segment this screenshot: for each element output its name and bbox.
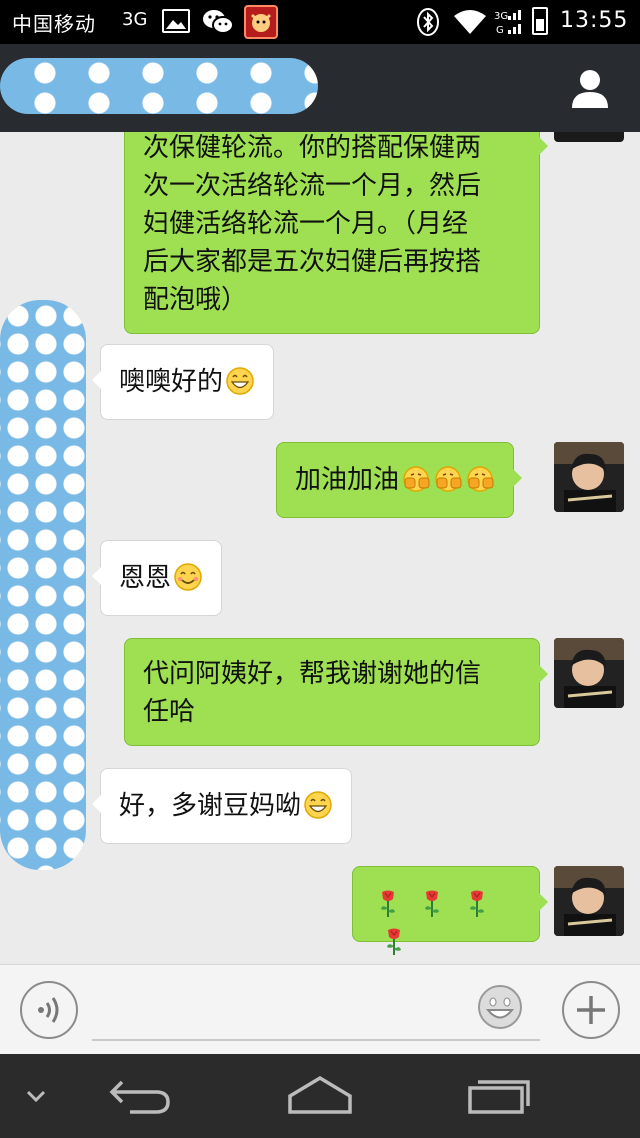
rose-emoji [381, 890, 395, 917]
message-line: 后大家都是五次妇健后再按搭 [143, 247, 482, 277]
fist-emoji [467, 466, 494, 492]
grin-emoji [304, 791, 332, 819]
voice-icon [38, 997, 59, 1023]
recents-icon[interactable] [466, 1076, 532, 1116]
system-navigation-bar [0, 1054, 640, 1138]
status-bar: 中国移动 3G 3G G 13:55 [0, 0, 640, 44]
avatar-self[interactable] [554, 132, 624, 142]
message-line: 妇健活络轮流一个月。（月经 [143, 209, 469, 239]
emoji-icon [478, 985, 522, 1029]
smile-emoji [174, 563, 202, 591]
chat-messages[interactable]: 次保健轮流。你的搭配保健两 次一次活络轮流一个月，然后 妇健活络轮流一个月。（月… [0, 132, 640, 964]
rose-emoji [387, 928, 401, 955]
message-bubble-incoming[interactable]: 恩恩 [91, 540, 223, 616]
message-bubble-outgoing[interactable]: 次保健轮流。你的搭配保健两 次一次活络轮流一个月，然后 妇健活络轮流一个月。（月… [124, 132, 548, 334]
svg-text:3G: 3G [494, 11, 508, 22]
message-bubble-outgoing[interactable]: 加油加油 [276, 442, 523, 518]
avatar-self[interactable] [554, 866, 624, 936]
rose-emoji [469, 890, 484, 917]
message-input[interactable] [92, 975, 540, 1041]
message-line: 次一次活络轮流一个月，然后 [143, 171, 482, 201]
back-icon[interactable] [108, 1076, 174, 1116]
wechat-icon [202, 8, 234, 36]
message-line: 代问阿姨好，帮我谢谢她的信 [143, 659, 482, 689]
redacted-contact-avatar [0, 300, 86, 870]
app-notification-icon [244, 5, 278, 39]
profile-button[interactable] [568, 66, 612, 110]
voice-button[interactable] [20, 981, 78, 1039]
clock: 13:55 [560, 8, 629, 33]
grin-emoji [226, 367, 254, 395]
bluetooth-icon [416, 7, 440, 37]
rose-emoji [425, 890, 440, 917]
home-icon[interactable] [284, 1074, 356, 1118]
redacted-chat-title [0, 58, 318, 114]
chevron-down-icon[interactable] [24, 1086, 48, 1106]
carrier-name: 中国移动 [12, 12, 96, 36]
avatar-self[interactable] [554, 442, 624, 512]
more-button[interactable] [562, 981, 620, 1039]
message-line: 次保健轮流。你的搭配保健两 [143, 133, 482, 163]
fist-emoji [403, 466, 430, 492]
svg-text:G: G [496, 25, 504, 36]
message-line: 任哈 [143, 697, 196, 727]
signal-icon: 3G G [494, 8, 526, 36]
message-text: 加油加油 [295, 465, 400, 495]
plus-icon [577, 996, 605, 1024]
message-text: 好，多谢豆妈呦 [119, 791, 302, 821]
chat-header [0, 44, 640, 132]
gallery-icon [162, 9, 190, 33]
message-bubble-incoming[interactable]: 好，多谢豆妈呦 [91, 768, 353, 844]
message-input-bar [0, 964, 640, 1054]
wifi-icon [452, 8, 488, 36]
message-bubble-outgoing[interactable]: 代问阿姨好，帮我谢谢她的信 任哈 [124, 638, 548, 746]
network-type: 3G [122, 9, 148, 30]
message-text: 噢噢好的 [119, 367, 224, 397]
message-bubble-outgoing[interactable] [352, 866, 548, 955]
avatar-self[interactable] [554, 638, 624, 708]
message-bubble-incoming[interactable]: 噢噢好的 [91, 344, 275, 420]
fist-emoji [435, 466, 462, 492]
emoji-button[interactable] [476, 983, 524, 1031]
person-icon [572, 70, 608, 108]
battery-icon [532, 7, 548, 35]
message-line: 配泡哦） [143, 285, 248, 315]
message-text: 恩恩 [119, 563, 172, 593]
